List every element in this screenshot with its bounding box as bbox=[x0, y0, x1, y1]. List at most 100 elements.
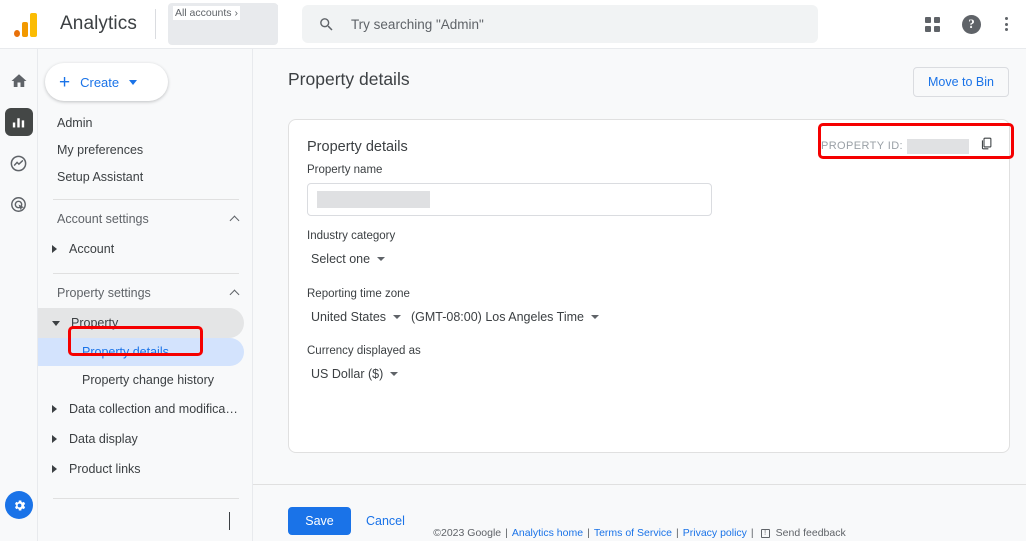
create-button-label: Create bbox=[80, 74, 120, 90]
chevron-down-icon bbox=[377, 257, 386, 261]
reports-bar-chart-icon bbox=[12, 117, 25, 127]
footer: ©2023 Google | Analytics home | Terms of… bbox=[253, 527, 1026, 539]
nav-divider-1 bbox=[53, 199, 239, 200]
admin-gear-button[interactable] bbox=[5, 491, 33, 519]
rail-item-reports[interactable] bbox=[4, 108, 33, 136]
reporting-time-zone-label: Reporting time zone bbox=[307, 288, 410, 300]
triangle-right-icon bbox=[52, 405, 57, 413]
home-icon bbox=[11, 74, 26, 87]
nav-item-data-collection-label: Data collection and modifica… bbox=[69, 402, 238, 416]
section-property-settings[interactable]: Property settings bbox=[38, 278, 252, 308]
property-id-row: PROPERTY ID: bbox=[811, 132, 1000, 160]
triangle-down-icon bbox=[52, 320, 60, 326]
nav-item-product-links-label: Product links bbox=[69, 462, 141, 476]
admin-nav-panel: + Create Admin My preferences Setup Assi… bbox=[38, 49, 253, 541]
chevron-up-icon bbox=[229, 289, 240, 300]
nav-item-data-display[interactable]: Data display bbox=[38, 424, 252, 454]
gear-icon bbox=[14, 499, 25, 511]
nav-item-property[interactable]: Property bbox=[38, 308, 244, 338]
collapse-nav-button[interactable] bbox=[229, 512, 230, 530]
search-placeholder: Try searching "Admin" bbox=[350, 16, 484, 32]
copy-icon[interactable] bbox=[979, 136, 994, 156]
nav-item-property-details[interactable]: Property details bbox=[38, 338, 244, 366]
time-zone-country-value: United States bbox=[311, 310, 387, 324]
time-zone-offset-select[interactable]: (GMT-08:00) Los Angeles Time bbox=[411, 310, 599, 324]
time-zone-offset-value: (GMT-08:00) Los Angeles Time bbox=[411, 310, 584, 324]
nav-divider-2 bbox=[53, 273, 239, 274]
triangle-right-icon bbox=[52, 435, 57, 443]
section-account-settings[interactable]: Account settings bbox=[38, 204, 252, 234]
industry-category-select[interactable]: Select one bbox=[311, 252, 386, 266]
footer-sep: | bbox=[505, 527, 508, 539]
nav-item-admin[interactable]: Admin bbox=[38, 109, 252, 136]
currency-value: US Dollar ($) bbox=[311, 367, 384, 381]
content-divider bbox=[253, 484, 1026, 485]
footer-sep: | bbox=[587, 527, 590, 539]
nav-item-property-change-history[interactable]: Property change history bbox=[38, 366, 252, 394]
industry-category-value: Select one bbox=[311, 252, 371, 266]
chevron-left-icon bbox=[229, 512, 230, 530]
chevron-down-icon bbox=[393, 315, 402, 319]
brand-divider bbox=[154, 9, 156, 39]
triangle-right-icon bbox=[52, 465, 57, 473]
nav-item-product-links[interactable]: Product links bbox=[38, 454, 252, 484]
footer-sep: | bbox=[676, 527, 679, 539]
move-to-bin-button[interactable]: Move to Bin bbox=[912, 67, 1009, 97]
property-id-value-redacted bbox=[907, 138, 969, 154]
brand-title: Analytics bbox=[60, 13, 137, 34]
nav-divider-3 bbox=[53, 498, 239, 499]
plus-icon: + bbox=[59, 71, 71, 93]
feedback-icon: ! bbox=[760, 528, 770, 538]
triangle-right-icon bbox=[52, 245, 57, 253]
create-button[interactable]: + Create bbox=[45, 63, 168, 101]
nav-item-property-label: Property bbox=[71, 316, 119, 330]
nav-item-data-display-label: Data display bbox=[69, 432, 138, 446]
nav-item-setup-assistant[interactable]: Setup Assistant bbox=[38, 163, 252, 190]
chevron-down-icon bbox=[591, 315, 599, 319]
search-input[interactable]: Try searching "Admin" bbox=[301, 5, 818, 43]
rail-item-explore[interactable] bbox=[5, 149, 33, 177]
nav-item-my-preferences[interactable]: My preferences bbox=[38, 136, 252, 163]
advertising-target-icon bbox=[11, 196, 26, 212]
property-name-label: Property name bbox=[307, 164, 383, 176]
kebab-menu-icon[interactable] bbox=[1003, 15, 1010, 33]
analytics-logo-icon bbox=[6, 11, 46, 37]
section-property-settings-label: Property settings bbox=[57, 286, 151, 300]
footer-link-terms[interactable]: Terms of Service bbox=[594, 527, 672, 539]
account-selector-label: All accounts › bbox=[172, 6, 240, 20]
footer-send-feedback[interactable]: Send feedback bbox=[776, 527, 846, 539]
time-zone-country-select[interactable]: United States bbox=[311, 310, 402, 324]
top-bar: Analytics All accounts › Try searching "… bbox=[0, 0, 1026, 49]
currency-select[interactable]: US Dollar ($) bbox=[311, 367, 399, 381]
account-name-redacted bbox=[255, 5, 278, 21]
property-id-label: PROPERTY ID: bbox=[820, 140, 903, 152]
property-name-value-redacted bbox=[317, 191, 430, 208]
help-icon[interactable]: ? bbox=[962, 14, 981, 34]
account-selector[interactable]: All accounts › bbox=[167, 3, 278, 45]
property-details-card: Property details PROPERTY ID: Property n… bbox=[288, 119, 1010, 453]
section-account-settings-label: Account settings bbox=[57, 212, 149, 226]
nav-item-data-collection[interactable]: Data collection and modifica… bbox=[38, 394, 252, 424]
chevron-down-icon bbox=[129, 79, 138, 85]
industry-category-label: Industry category bbox=[307, 230, 396, 242]
search-icon bbox=[320, 17, 333, 31]
top-bar-icons: ? bbox=[925, 14, 1026, 34]
nav-item-account[interactable]: Account bbox=[38, 234, 252, 264]
nav-item-account-label: Account bbox=[69, 242, 115, 256]
chevron-down-icon bbox=[390, 372, 399, 376]
card-title: Property details bbox=[307, 139, 408, 155]
rail-item-home[interactable] bbox=[5, 67, 33, 95]
icon-rail bbox=[0, 49, 38, 541]
apps-grid-icon[interactable] bbox=[925, 16, 940, 32]
footer-sep: | bbox=[750, 527, 754, 539]
analytics-admin-page: Analytics All accounts › Try searching "… bbox=[0, 0, 1026, 541]
footer-copyright: ©2023 Google bbox=[433, 527, 502, 539]
footer-link-privacy[interactable]: Privacy policy bbox=[683, 527, 747, 539]
main-content: Property details Move to Bin Property de… bbox=[253, 49, 1026, 541]
footer-link-analytics-home[interactable]: Analytics home bbox=[512, 527, 583, 539]
explore-icon bbox=[10, 155, 27, 171]
property-name-input[interactable] bbox=[307, 183, 712, 216]
rail-item-advertising[interactable] bbox=[5, 190, 33, 218]
page-title: Property details bbox=[288, 69, 410, 89]
currency-label: Currency displayed as bbox=[307, 345, 421, 357]
